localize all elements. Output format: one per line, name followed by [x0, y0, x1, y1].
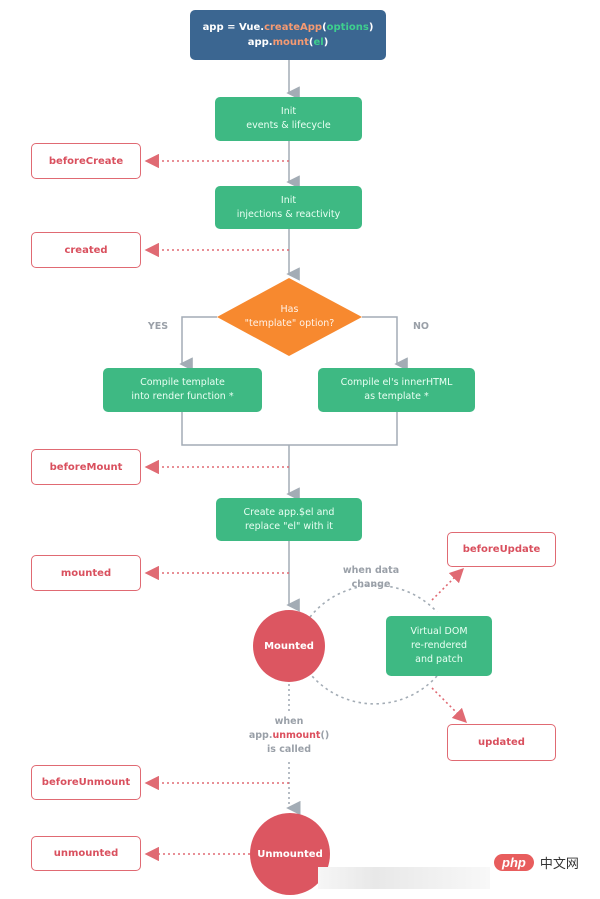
hook-beforeunmount: beforeUnmount: [31, 765, 141, 800]
mounted-state: Mounted: [253, 610, 325, 682]
flow-yes-branch: [179, 316, 217, 371]
init-injections-box: Init injections & reactivity: [215, 186, 362, 229]
hook-created: created: [31, 232, 141, 268]
compile-el-box: Compile el's innerHTML as template *: [318, 368, 475, 412]
create-app-box: app = Vue.createApp(options) app.mount(e…: [190, 10, 386, 60]
hook-arrow-updated: [431, 687, 468, 724]
flow-merge: [181, 412, 398, 446]
virtual-dom-box: Virtual DOM re-rendered and patch: [386, 616, 492, 676]
decision-text: Has "template" option?: [244, 304, 335, 329]
hook-beforemount: beforeMount: [31, 449, 141, 485]
site-name: 中文网: [539, 857, 579, 872]
hook-arrow-beforeupdate: [431, 567, 465, 601]
update-loop-bottom: [311, 675, 438, 705]
hook-updated: updated: [447, 724, 556, 761]
hook-mounted: mounted: [31, 555, 141, 591]
hook-beforecreate: beforeCreate: [31, 143, 141, 179]
yes-label: YES: [147, 321, 169, 332]
mount-line: app.mount(el): [247, 37, 329, 48]
data-change-label: when data change: [342, 565, 400, 590]
create-el-box: Create app.$el and replace "el" with it: [216, 498, 362, 541]
hook-unmounted: unmounted: [31, 836, 141, 871]
php-logo: php: [494, 854, 534, 871]
unmount-called-label: when app.unmount() is called: [248, 716, 330, 755]
flow-no-branch: [362, 316, 408, 371]
lifecycle-diagram: app = Vue.createApp(options) app.mount(e…: [0, 0, 600, 899]
no-label: NO: [412, 321, 430, 332]
site-watermark: php 中文网: [494, 853, 579, 872]
compile-template-box: Compile template into render function *: [103, 368, 262, 412]
create-app-line: app = Vue.createApp(options): [202, 22, 374, 33]
hook-beforeupdate: beforeUpdate: [447, 532, 556, 567]
init-events-box: Init events & lifecycle: [215, 97, 362, 141]
watermark-blur: [318, 867, 490, 889]
